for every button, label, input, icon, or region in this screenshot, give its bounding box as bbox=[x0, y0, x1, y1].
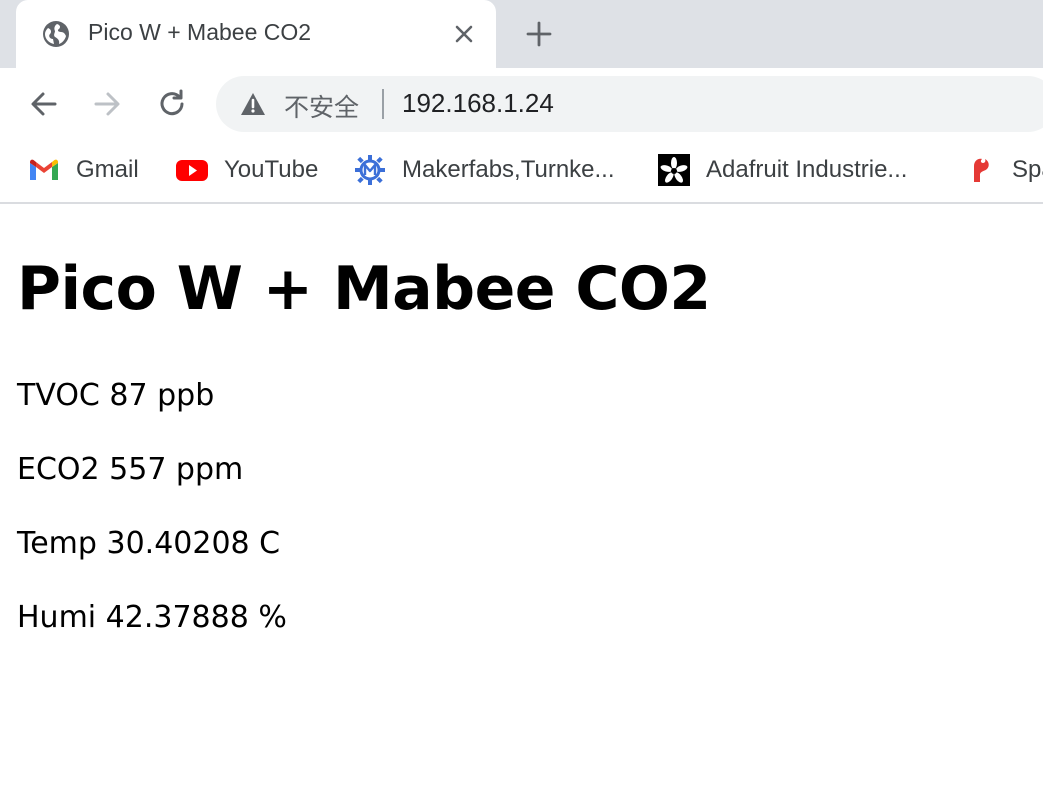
active-tab[interactable]: Pico W + Mabee CO2 bbox=[16, 0, 496, 68]
page-title: Pico W + Mabee CO2 bbox=[17, 254, 711, 324]
tab-title: Pico W + Mabee CO2 bbox=[88, 19, 312, 45]
bookmark-label: Spa bbox=[1012, 156, 1043, 183]
new-tab-plus-icon[interactable] bbox=[524, 19, 554, 49]
back-arrow-icon[interactable] bbox=[27, 87, 61, 121]
bookmark-label: Adafruit Industrie... bbox=[706, 156, 908, 183]
bookmark-youtube[interactable]: YouTube bbox=[176, 140, 318, 200]
browser-toolbar: 不安全 192.168.1.24 bbox=[0, 68, 1043, 140]
temp-reading: Temp 30.40208 C bbox=[17, 526, 281, 561]
close-icon[interactable] bbox=[452, 22, 476, 46]
tvoc-reading: TVOC 87 ppb bbox=[17, 378, 215, 413]
tab-strip: Pico W + Mabee CO2 bbox=[0, 0, 1043, 68]
bookmark-label: YouTube bbox=[224, 156, 319, 183]
eco2-reading: ECO2 557 ppm bbox=[17, 452, 244, 487]
page-content: Pico W + Mabee CO2 TVOC 87 ppb ECO2 557 … bbox=[17, 206, 1017, 635]
warning-icon[interactable] bbox=[240, 92, 266, 116]
address-bar[interactable]: 不安全 192.168.1.24 bbox=[216, 76, 1043, 132]
adafruit-icon bbox=[658, 154, 690, 186]
forward-arrow-icon[interactable] bbox=[90, 87, 124, 121]
address-divider bbox=[382, 89, 384, 119]
makerfabs-icon bbox=[355, 155, 385, 185]
bookmark-label: Makerfabs,Turnke... bbox=[402, 156, 615, 183]
not-secure-label[interactable]: 不安全 bbox=[284, 88, 359, 124]
bookmark-gmail[interactable]: Gmail bbox=[28, 140, 139, 200]
bookmarks-bar: Gmail YouTube Makerfabs,Turnke... Adafru… bbox=[0, 140, 1043, 204]
bookmark-makerfabs[interactable]: Makerfabs,Turnke... bbox=[354, 140, 615, 200]
gmail-icon bbox=[30, 159, 58, 180]
reload-icon[interactable] bbox=[155, 87, 189, 121]
bookmark-label: Gmail bbox=[76, 156, 139, 183]
bookmark-sparkfun[interactable]: Spa bbox=[964, 140, 1043, 200]
humi-reading: Humi 42.37888 % bbox=[17, 600, 287, 635]
url-text[interactable]: 192.168.1.24 bbox=[402, 88, 554, 119]
globe-icon bbox=[43, 21, 69, 47]
bookmark-adafruit[interactable]: Adafruit Industrie... bbox=[658, 140, 907, 200]
sparkfun-icon bbox=[974, 158, 989, 182]
youtube-icon bbox=[176, 160, 208, 181]
